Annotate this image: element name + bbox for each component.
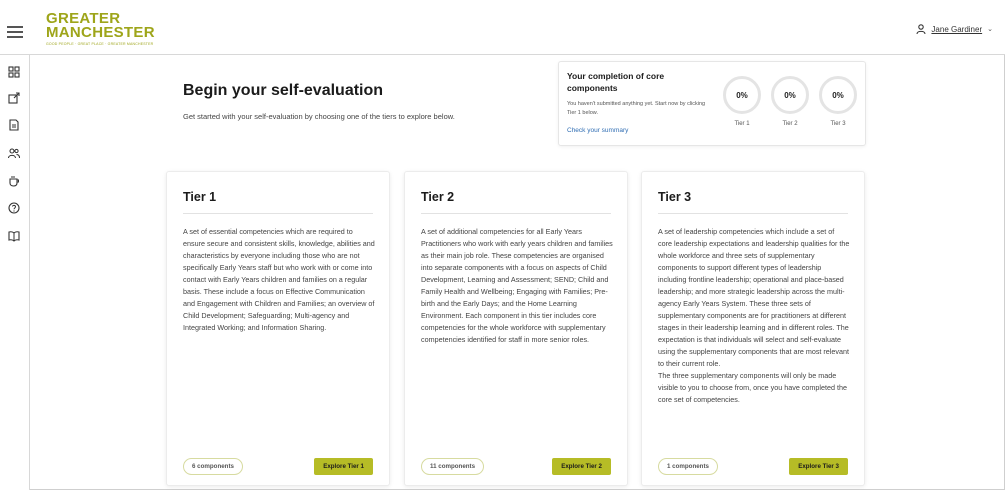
logo[interactable]: GREATER MANCHESTER GOOD PEOPLE · GREAT P…	[46, 11, 155, 46]
tier-1-card: Tier 1 A set of essential competencies w…	[166, 171, 390, 486]
tier-3-progress: 0% Tier 3	[818, 76, 858, 127]
completion-panel: Your completion of core components You h…	[558, 61, 866, 146]
check-summary-link[interactable]: Check your summary	[567, 127, 628, 134]
card-title: Tier 2	[421, 190, 455, 204]
tier-2-card: Tier 2 A set of additional competencies …	[404, 171, 628, 486]
card-description: A set of essential competencies which ar…	[183, 227, 375, 332]
card-title: Tier 3	[658, 190, 692, 204]
tier-2-progress: 0% Tier 2	[770, 76, 810, 127]
explore-tier-1-button[interactable]: Explore Tier 1	[314, 458, 373, 475]
user-menu[interactable]: Jane Gardiner ⌄	[916, 24, 993, 34]
tier-1-progress: 0% Tier 1	[722, 76, 762, 127]
components-badge: 6 components	[183, 458, 243, 475]
help-icon[interactable]	[8, 202, 20, 214]
components-badge: 1 components	[658, 458, 718, 475]
divider	[421, 213, 611, 214]
card-title: Tier 1	[183, 190, 217, 204]
progress-label: Tier 1	[734, 121, 750, 127]
grid-icon[interactable]	[8, 66, 20, 78]
divider	[183, 213, 373, 214]
logo-tagline: GOOD PEOPLE · GREAT PLACE · GREATER MANC…	[46, 42, 154, 46]
explore-tier-2-button[interactable]: Explore Tier 2	[552, 458, 611, 475]
card-description: A set of leadership competencies which i…	[658, 227, 850, 404]
progress-ring: 0%	[819, 76, 857, 114]
logo-line-2: MANCHESTER	[46, 24, 155, 41]
page-subtitle: Get started with your self-evaluation by…	[183, 112, 455, 121]
document-icon[interactable]	[8, 119, 20, 131]
tier-3-card: Tier 3 A set of leadership competencies …	[641, 171, 865, 486]
external-link-icon[interactable]	[8, 92, 20, 104]
divider	[658, 213, 848, 214]
progress-ring: 0%	[723, 76, 761, 114]
sidebar	[0, 55, 30, 490]
progress-label: Tier 3	[830, 121, 846, 127]
book-icon[interactable]	[8, 230, 20, 242]
user-name[interactable]: Jane Gardiner	[931, 25, 982, 34]
user-icon	[916, 24, 926, 34]
progress-ring: 0%	[771, 76, 809, 114]
explore-tier-3-button[interactable]: Explore Tier 3	[789, 458, 848, 475]
completion-text: You haven't submitted anything yet. Star…	[567, 101, 706, 116]
progress-label: Tier 2	[782, 121, 798, 127]
page-title: Begin your self-evaluation	[183, 82, 384, 99]
people-icon[interactable]	[8, 147, 20, 159]
card-description: A set of additional competencies for all…	[421, 227, 613, 344]
chevron-down-icon[interactable]: ⌄	[987, 25, 993, 33]
cup-icon[interactable]	[8, 175, 20, 187]
top-header: GREATER MANCHESTER GOOD PEOPLE · GREAT P…	[0, 0, 1005, 55]
completion-title: Your completion of core components	[567, 71, 665, 93]
menu-icon[interactable]	[7, 26, 23, 38]
components-badge: 11 components	[421, 458, 485, 475]
